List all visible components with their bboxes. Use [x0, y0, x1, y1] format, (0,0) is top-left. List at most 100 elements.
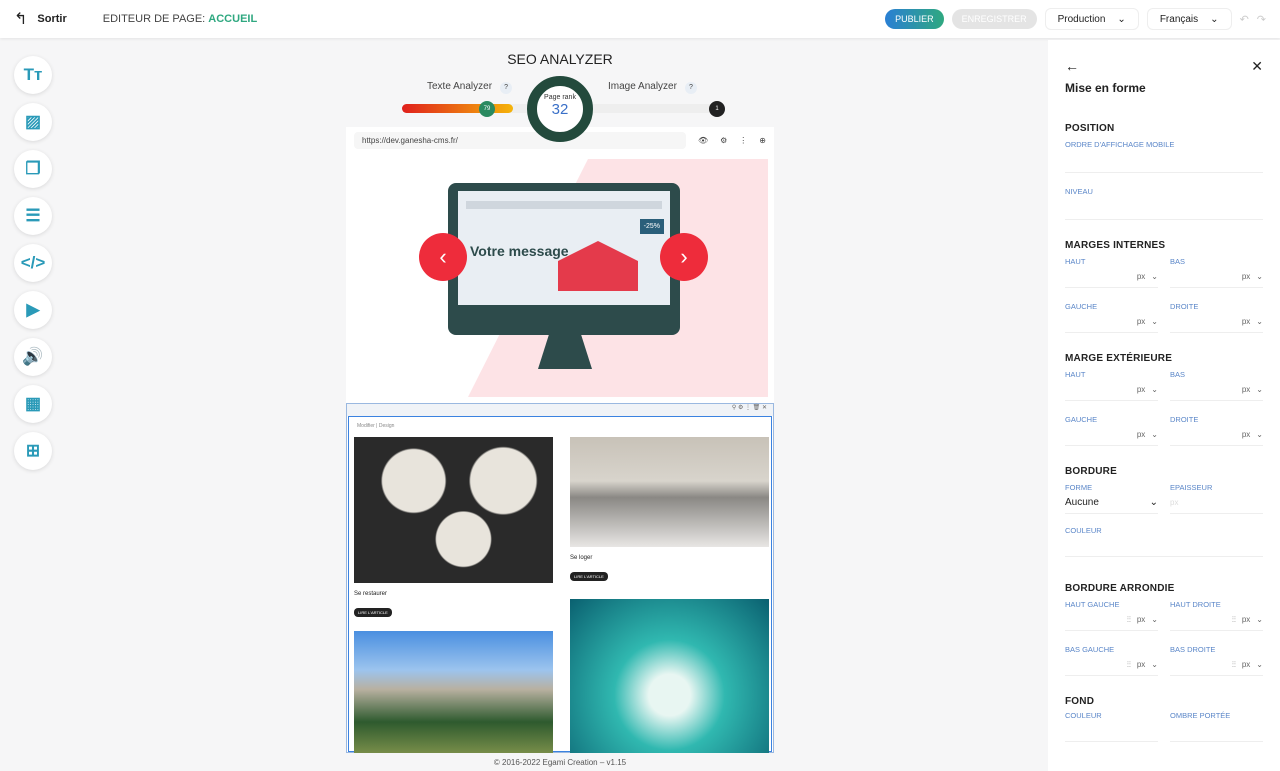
more-icon[interactable]: ⋮ [739, 136, 747, 145]
tool-map[interactable]: ▦ [14, 385, 52, 423]
image-analyzer-bar [580, 104, 720, 113]
border-shape-select[interactable]: Aucune ⌄ [1065, 492, 1158, 514]
border-color-input[interactable] [1065, 535, 1263, 557]
value-input[interactable]: px ⌄ [1170, 379, 1263, 401]
chevron-down-icon[interactable]: ⌄ [1256, 430, 1263, 439]
text-score-badge: 79 [479, 101, 495, 117]
tool-code[interactable]: </> [14, 244, 52, 282]
undo-icon[interactable]: ↶ [1240, 13, 1249, 26]
unit-label: px [1241, 430, 1251, 439]
sliders-icon[interactable]: ⫶⫶ [1127, 615, 1131, 625]
sliders-icon[interactable]: ⫶⫶ [1232, 660, 1236, 670]
article-image [354, 631, 553, 753]
publish-button[interactable]: PUBLIER [885, 9, 944, 29]
slider-next-button[interactable]: › [660, 233, 708, 281]
help-icon[interactable]: ? [684, 82, 697, 94]
text-analyzer-bar [402, 104, 542, 113]
tool-list[interactable]: ☰ [14, 197, 52, 235]
sliders-icon[interactable]: ⫶⫶ [1127, 660, 1131, 670]
chevron-down-icon[interactable]: ⌄ [1151, 615, 1158, 624]
help-icon[interactable]: ? [500, 82, 513, 94]
value-input[interactable]: px ⌄ [1170, 266, 1263, 288]
back-arrow-icon[interactable]: ↰ [14, 9, 27, 29]
value-input[interactable]: px ⌄ [1065, 266, 1158, 288]
chevron-down-icon[interactable]: ⌄ [1151, 660, 1158, 669]
gear-icon[interactable]: ⚙ [720, 136, 727, 145]
field-label: DROITE [1170, 415, 1199, 424]
read-article-button[interactable]: LIRE L'ARTICLE [570, 572, 608, 581]
redo-icon[interactable]: ↷ [1257, 13, 1266, 26]
chevron-down-icon[interactable]: ⌄ [1256, 317, 1263, 326]
tool-audio[interactable]: 🔊 [14, 338, 52, 376]
read-article-button[interactable]: LIRE L'ARTICLE [354, 608, 392, 617]
value-input[interactable]: px ⌄ [1065, 379, 1158, 401]
field-label: BAS GAUCHE [1065, 645, 1115, 654]
value-input[interactable]: ⫶⫶ px ⌄ [1170, 609, 1263, 631]
eye-icon[interactable]: 👁 [698, 136, 708, 145]
chevron-down-icon: ⌄ [1149, 497, 1158, 508]
close-icon[interactable]: ✕ [1251, 58, 1263, 75]
save-button[interactable]: ENREGISTRER [951, 9, 1037, 29]
chevron-down-icon[interactable]: ⌄ [1256, 660, 1263, 669]
sliders-icon[interactable]: ⫶⫶ [1232, 615, 1236, 625]
shadow-input[interactable] [1170, 720, 1263, 742]
value-input[interactable]: ⫶⫶ px ⌄ [1170, 654, 1263, 676]
tool-play[interactable]: ▶ [14, 291, 52, 329]
text-icon: Tт [23, 65, 43, 84]
unit-label: px [1136, 660, 1146, 669]
url-field[interactable]: https://dev.ganesha-cms.fr/ [354, 131, 686, 149]
unit-label: px [1136, 272, 1146, 281]
chevron-down-icon[interactable]: ⌄ [1256, 615, 1263, 624]
chevron-down-icon[interactable]: ⌄ [1151, 385, 1158, 394]
background-color-input[interactable] [1065, 720, 1158, 742]
chevron-down-icon[interactable]: ⌄ [1151, 430, 1158, 439]
chevron-down-icon[interactable]: ⌄ [1256, 272, 1263, 281]
tool-image[interactable]: ▨ [14, 103, 52, 141]
level-input[interactable] [1065, 196, 1263, 220]
article-title: Se restaurer [354, 591, 388, 597]
article-image [354, 437, 553, 583]
hero-slider: Votre message -25% ‹ › [346, 153, 774, 403]
back-arrow-icon[interactable]: ← [1065, 58, 1079, 75]
chevron-down-icon[interactable]: ⌄ [1151, 272, 1158, 281]
field-label: OMBRE PORTÉE [1170, 711, 1231, 720]
field-label: EPAISSEUR [1170, 483, 1213, 492]
article-block[interactable]: ⚲ ⚙ ⋮ 🗑 ✕ Modifier | Design Se restaurer… [346, 403, 774, 753]
footer: © 2016-2022 Egami Creation – v1.15 [493, 758, 627, 767]
border-thickness-input[interactable]: px [1170, 492, 1263, 514]
unit-label: px [1136, 615, 1146, 624]
value-input[interactable]: px ⌄ [1170, 424, 1263, 446]
editor-breadcrumb: EDITEUR DE PAGE: ACCUEIL [103, 13, 257, 25]
editor-label: EDITEUR DE PAGE: [102, 13, 206, 25]
environment-select[interactable]: Production ⌄ [1044, 8, 1139, 30]
chevron-down-icon: ⌄ [1117, 13, 1126, 25]
value-input[interactable]: px ⌄ [1065, 311, 1158, 333]
mobile-order-input[interactable] [1065, 149, 1263, 173]
image-analyzer-text: Image Analyzer [608, 81, 677, 92]
zoom-in-icon[interactable]: ⊕ [759, 136, 766, 145]
page-name: ACCUEIL [208, 13, 258, 25]
value-input[interactable]: ⫶⫶ px ⌄ [1065, 609, 1158, 631]
block-breadcrumb: Modifier | Design [357, 423, 395, 429]
value-input[interactable]: px ⌄ [1170, 311, 1263, 333]
hero-message: Votre message [470, 243, 569, 259]
chevron-down-icon: ⌄ [1210, 13, 1219, 25]
page-preview: https://dev.ganesha-cms.fr/ 👁 ⚙ ⋮ ⊕ Votr… [346, 127, 774, 753]
tool-widgets-add[interactable]: ⊞ [14, 432, 52, 470]
chevron-down-icon[interactable]: ⌄ [1151, 317, 1158, 326]
block-toolbar[interactable]: ⚲ ⚙ ⋮ 🗑 ✕ [347, 404, 773, 416]
tool-gallery[interactable]: ❐ [14, 150, 52, 188]
page-rank-value: 32 [551, 101, 569, 118]
slider-prev-button[interactable]: ‹ [419, 233, 467, 281]
value-input[interactable]: ⫶⫶ px ⌄ [1065, 654, 1158, 676]
tool-text[interactable]: Tт [14, 56, 52, 94]
language-select[interactable]: Français ⌄ [1146, 8, 1232, 30]
value-input[interactable]: px ⌄ [1065, 424, 1158, 446]
widgets-add-icon: ⊞ [25, 441, 41, 460]
chevron-down-icon[interactable]: ⌄ [1256, 385, 1263, 394]
exit-button[interactable]: Sortir [37, 13, 66, 25]
field-label: HAUT DROITE [1170, 600, 1221, 609]
unit-label: px [1136, 430, 1146, 439]
section-position: POSITION [1065, 123, 1115, 134]
unit-label: px [1241, 615, 1251, 624]
